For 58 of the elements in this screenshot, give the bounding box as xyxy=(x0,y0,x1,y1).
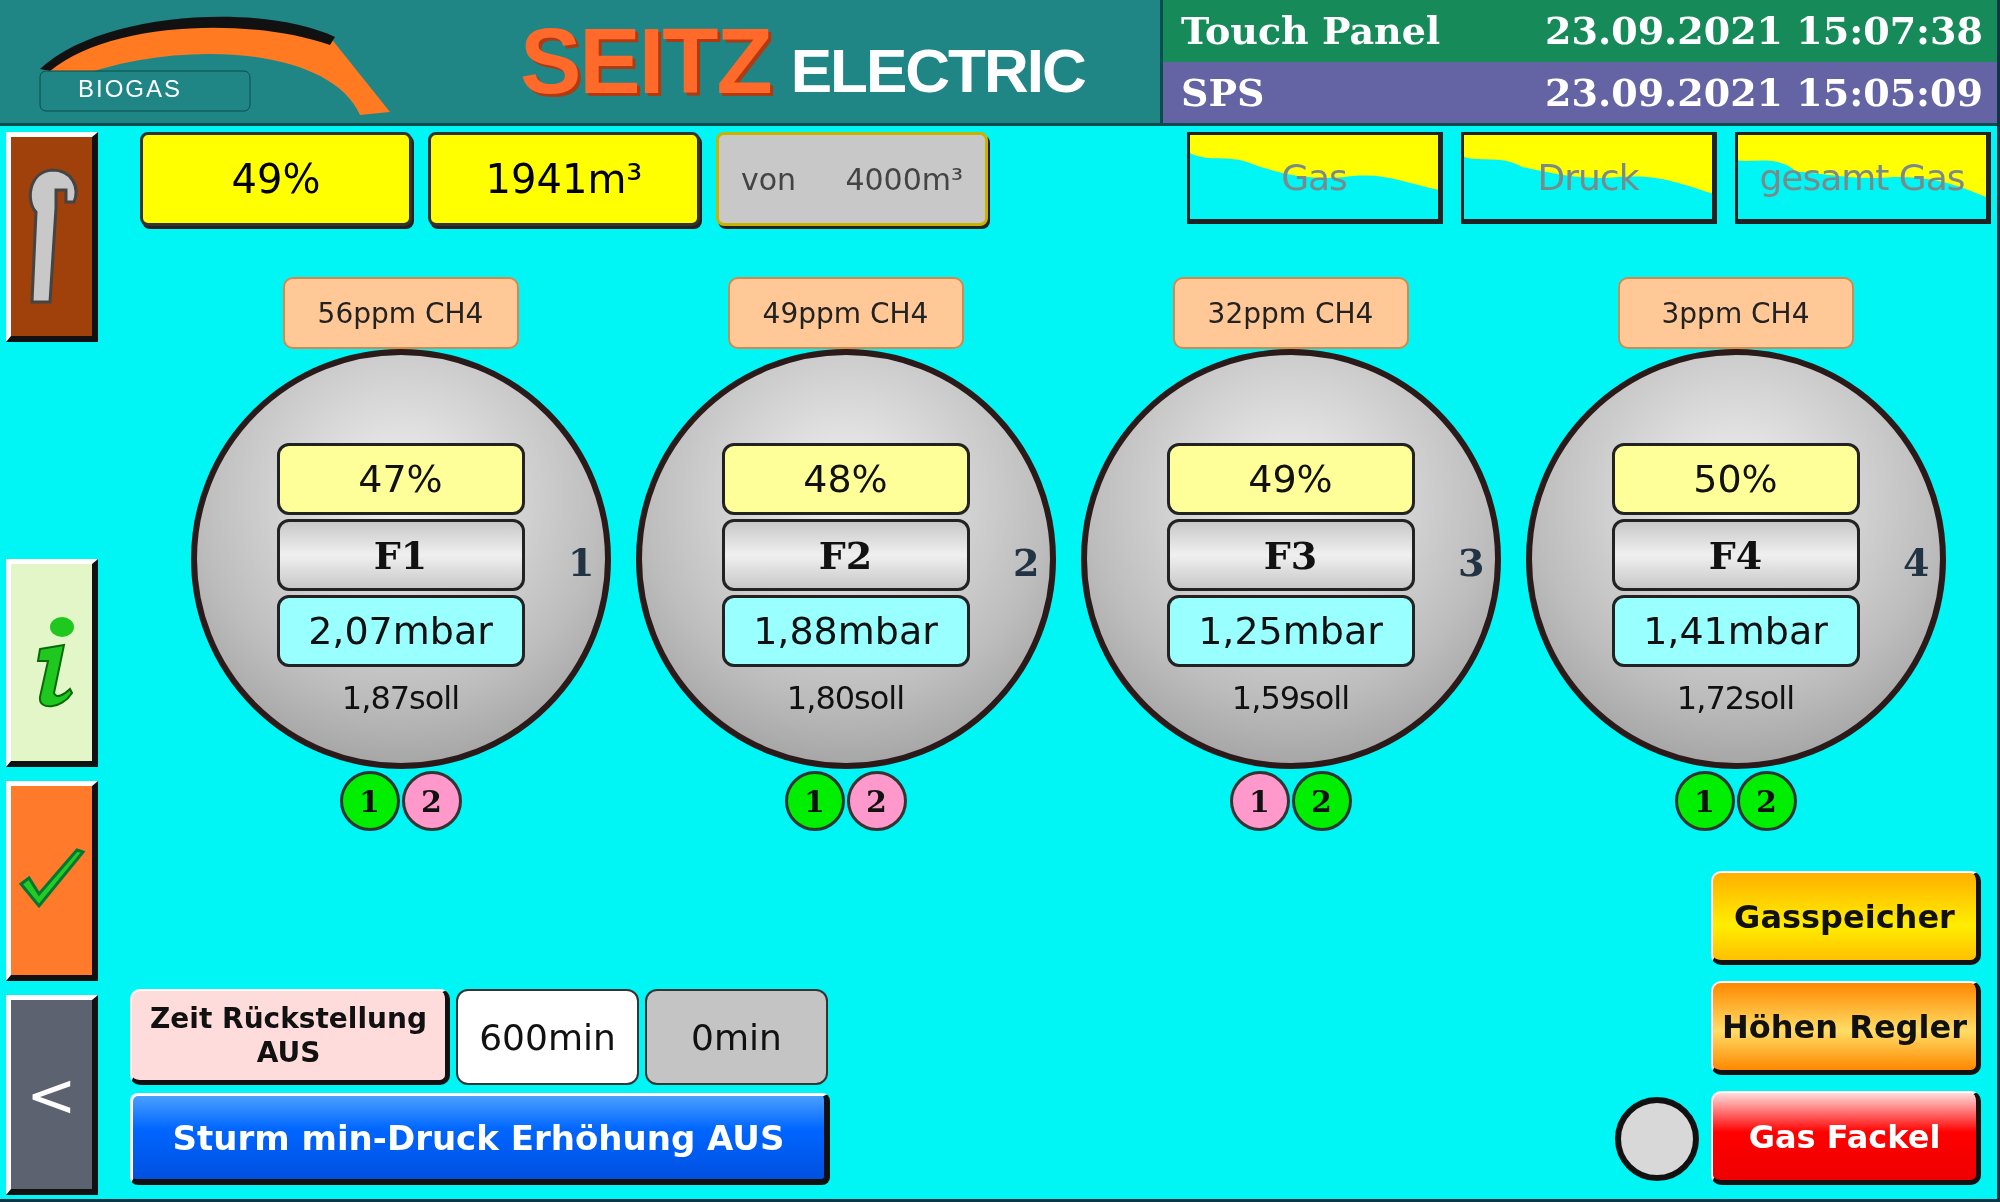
gas-flare-button[interactable]: Gas Fackel xyxy=(1711,1091,1981,1185)
fill-level-display: 48% xyxy=(721,443,970,515)
reset-time-button[interactable]: Zeit Rückstellung AUS xyxy=(130,989,450,1085)
status-dot: 2 xyxy=(1736,771,1797,831)
check-button[interactable] xyxy=(6,781,98,981)
wrench-button[interactable] xyxy=(6,132,98,342)
gas-storage-button[interactable]: Gasspeicher xyxy=(1711,871,1981,965)
value-display: 1941m³ xyxy=(428,132,700,226)
status-dot: 1 xyxy=(1674,771,1735,831)
storage-name: F1 xyxy=(276,519,525,591)
pressure-display: 1,41mbar xyxy=(1611,595,1860,667)
status-dot: 2 xyxy=(1291,771,1352,831)
setpoint-text: 1,87soll xyxy=(341,679,460,717)
info-button[interactable] xyxy=(6,559,98,767)
pressure-display: 1,25mbar xyxy=(1166,595,1415,667)
storage-number: 3 xyxy=(1458,540,1485,585)
clock-time: 23.09.2021 15:07:38 xyxy=(1545,8,1983,54)
methane-reading: 56ppm CH4 xyxy=(282,277,519,349)
company-name: SEITZ xyxy=(520,9,771,114)
setpoint-text: 1,80soll xyxy=(786,679,905,717)
fill-level-display: 47% xyxy=(276,443,525,515)
elapsed-time-display: 0min xyxy=(645,989,828,1085)
setpoint-text: 1,72soll xyxy=(1676,679,1795,717)
capacity-value: 4000m³ xyxy=(845,161,963,197)
preset-time-field[interactable]: 600min xyxy=(456,989,639,1085)
storage-name: F3 xyxy=(1166,519,1415,591)
clock-label: SPS xyxy=(1181,69,1265,115)
company-suffix: ELECTRIC xyxy=(790,35,1085,106)
pressure-display: 1,88mbar xyxy=(721,595,970,667)
status-dot: 1 xyxy=(1229,771,1290,831)
gas-storage-dome[interactable]: 48% F2 1,88mbar 1,80soll 2 xyxy=(635,349,1056,769)
height-controller-button[interactable]: Höhen Regler xyxy=(1711,981,1981,1075)
status-dot: 1 xyxy=(784,771,845,831)
gas-storage-dome[interactable]: 47% F1 2,07mbar 1,87soll 1 xyxy=(190,349,611,769)
fill-level-display: 49% xyxy=(1166,443,1415,515)
status-dot: 1 xyxy=(339,771,400,831)
pressure-display: 2,07mbar xyxy=(276,595,525,667)
capacity-prefix: von xyxy=(741,161,797,197)
brand-text: BIOGAS xyxy=(78,74,183,103)
methane-reading: 49ppm CH4 xyxy=(727,277,964,349)
methane-reading: 32ppm CH4 xyxy=(1172,277,1409,349)
storage-number: 2 xyxy=(1013,540,1040,585)
storm-pressure-button[interactable]: Sturm min-Druck Erhöhung AUS xyxy=(130,1093,830,1185)
storage-name: F2 xyxy=(721,519,970,591)
setpoint-text: 1,59soll xyxy=(1231,679,1350,717)
value-display: 49% xyxy=(140,132,412,226)
storage-number: 1 xyxy=(568,540,595,585)
back-button[interactable]: < xyxy=(6,995,98,1195)
gas-storage-dome[interactable]: 50% F4 1,41mbar 1,72soll 4 xyxy=(1525,349,1946,769)
clock-time: 23.09.2021 15:05:09 xyxy=(1545,69,1983,115)
status-dot: 2 xyxy=(846,771,907,831)
storage-name: F4 xyxy=(1611,519,1860,591)
storage-number: 4 xyxy=(1903,540,1930,585)
gas-storage-dome[interactable]: 49% F3 1,25mbar 1,59soll 3 xyxy=(1080,349,1501,769)
clock-label: Touch Panel xyxy=(1181,8,1441,54)
status-dot: 2 xyxy=(401,771,462,831)
methane-reading: 3ppm CH4 xyxy=(1617,277,1854,349)
fill-level-display: 50% xyxy=(1611,443,1860,515)
